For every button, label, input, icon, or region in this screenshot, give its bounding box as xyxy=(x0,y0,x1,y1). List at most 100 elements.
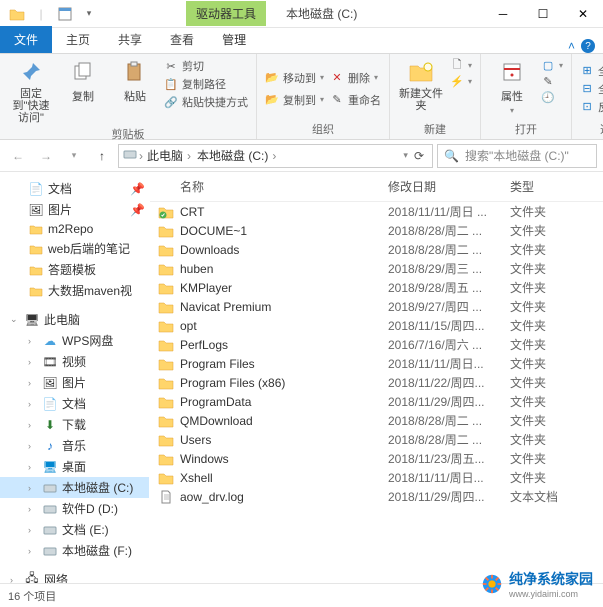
sidebar-item-pics2[interactable]: ›🖼图片 xyxy=(0,372,149,393)
video-icon: 🎞 xyxy=(42,355,58,369)
context-tab-drive-tools[interactable]: 驱动器工具 xyxy=(186,1,266,26)
table-row[interactable]: Program Files2018/11/11/周日...文件夹 xyxy=(150,354,603,373)
table-row[interactable]: opt2018/11/15/周四...文件夹 xyxy=(150,316,603,335)
selectnone-button[interactable]: ⊟全部取消 xyxy=(580,81,603,97)
tab-file[interactable]: 文件 xyxy=(0,26,52,53)
sidebar-item-cdrive[interactable]: ›本地磁盘 (C:) xyxy=(0,477,149,498)
table-row[interactable]: ProgramData2018/11/29/周四...文件夹 xyxy=(150,392,603,411)
sidebar-item-webnotes[interactable]: web后端的笔记 xyxy=(0,238,149,259)
tab-home[interactable]: 主页 xyxy=(52,26,104,53)
selectall-button[interactable]: ⊞全部选择 xyxy=(580,63,603,79)
newfolder-button[interactable]: 新建文件夹 xyxy=(398,58,444,119)
moveto-button[interactable]: 📂移动到 ▾ xyxy=(265,70,324,86)
recent-dropdown[interactable]: ▾ xyxy=(62,144,86,168)
pin-quickaccess-button[interactable]: 固定到"快速访问" xyxy=(8,58,54,124)
breadcrumb[interactable]: › 此电脑› 本地磁盘 (C:)› ▾ ⟳ xyxy=(118,144,433,168)
table-row[interactable]: huben2018/8/29/周三 ...文件夹 xyxy=(150,259,603,278)
table-row[interactable]: DOCUME~12018/8/28/周二 ...文件夹 xyxy=(150,221,603,240)
sidebar-item-bigdata[interactable]: 大数据maven视 xyxy=(0,280,149,301)
properties-button[interactable]: 属性 ▾ xyxy=(489,58,535,119)
help-icon[interactable]: ? xyxy=(581,39,595,53)
sidebar-item-music[interactable]: ›♪音乐 xyxy=(0,435,149,456)
file-date: 2018/11/23/周五... xyxy=(388,450,510,467)
selectnone-icon: ⊟ xyxy=(580,82,594,96)
disk-icon xyxy=(42,502,58,516)
copy-button[interactable]: 复制 xyxy=(60,58,106,124)
sidebar-item-pics[interactable]: 🖼图片📌 xyxy=(0,199,149,220)
maximize-button[interactable]: ☐ xyxy=(523,0,563,28)
rename-button[interactable]: ✎重命名 xyxy=(330,92,381,108)
sidebar-item-answertpl[interactable]: 答题模板 xyxy=(0,259,149,280)
invert-icon: ⊡ xyxy=(580,100,594,114)
col-date[interactable]: 修改日期 xyxy=(388,178,510,195)
cloud-icon: ☁ xyxy=(42,334,58,348)
table-row[interactable]: aow_drv.log2018/11/29/周四...文本文档 xyxy=(150,487,603,506)
crumb-drive[interactable]: 本地磁盘 (C:)› xyxy=(195,147,278,164)
chevron-down-icon: ▾ xyxy=(320,73,324,82)
file-name: Navicat Premium xyxy=(180,300,271,314)
sidebar-item-fdrive[interactable]: ›本地磁盘 (F:) xyxy=(0,540,149,561)
sidebar-item-thispc[interactable]: ⌄🖥此电脑 xyxy=(0,309,149,330)
file-name: KMPlayer xyxy=(180,281,232,295)
easyaccess-button[interactable]: ⚡▾ xyxy=(450,74,472,88)
search-input[interactable]: 🔍 搜索"本地磁盘 (C:)" xyxy=(437,144,597,168)
tab-manage[interactable]: 管理 xyxy=(208,26,260,53)
tab-share[interactable]: 共享 xyxy=(104,26,156,53)
folder-icon xyxy=(158,243,174,257)
close-button[interactable]: ✕ xyxy=(563,0,603,28)
newitem-button[interactable]: 🗋▾ xyxy=(450,58,472,72)
refresh-button[interactable]: ⟳ xyxy=(410,149,428,163)
sidebar-item-desktop[interactable]: ›🖥桌面 xyxy=(0,456,149,477)
col-type[interactable]: 类型 xyxy=(510,178,580,195)
collapse-icon[interactable]: ⌄ xyxy=(10,314,20,325)
table-row[interactable]: Downloads2018/8/28/周二 ...文件夹 xyxy=(150,240,603,259)
crumb-thispc[interactable]: 此电脑› xyxy=(145,147,193,164)
file-date: 2018/9/27/周四 ... xyxy=(388,298,510,315)
table-row[interactable]: Xshell2018/11/11/周日...文件夹 xyxy=(150,468,603,487)
file-type: 文件夹 xyxy=(510,203,580,220)
table-row[interactable]: PerfLogs2016/7/16/周六 ...文件夹 xyxy=(150,335,603,354)
easyaccess-icon: ⚡ xyxy=(450,74,464,88)
sidebar-item-ddrive[interactable]: ›软件D (D:) xyxy=(0,498,149,519)
qat-dropdown-icon[interactable]: ▾ xyxy=(78,3,100,25)
pasteshortcut-button[interactable]: 🔗粘贴快捷方式 xyxy=(164,94,248,110)
table-row[interactable]: Users2018/8/28/周二 ...文件夹 xyxy=(150,430,603,449)
sidebar-item-video[interactable]: ›🎞视频 xyxy=(0,351,149,372)
table-row[interactable]: QMDownload2018/8/28/周二 ...文件夹 xyxy=(150,411,603,430)
folder-icon[interactable] xyxy=(6,3,28,25)
file-name: Xshell xyxy=(180,471,213,485)
table-row[interactable]: Program Files (x86)2018/11/22/周四...文件夹 xyxy=(150,373,603,392)
sidebar-item-docs2[interactable]: ›📄文档 xyxy=(0,393,149,414)
folder-icon xyxy=(28,222,44,236)
sidebar-item-downloads[interactable]: ›⬇下载 xyxy=(0,414,149,435)
copyto-button[interactable]: 📂复制到 ▾ xyxy=(265,92,324,108)
paste-button[interactable]: 粘贴 xyxy=(112,58,158,124)
history-button[interactable]: 🕘 xyxy=(541,90,563,104)
file-type: 文件夹 xyxy=(510,336,580,353)
address-dropdown-icon[interactable]: ▾ xyxy=(403,150,408,161)
sidebar-item-edrive[interactable]: ›文档 (E:) xyxy=(0,519,149,540)
col-name[interactable]: 名称 xyxy=(158,178,388,195)
properties-icon[interactable] xyxy=(54,3,76,25)
ribbon-collapse-icon[interactable]: ˄ xyxy=(568,39,575,53)
sidebar-item-docs[interactable]: 📄文档📌 xyxy=(0,178,149,199)
delete-button[interactable]: ✕删除 ▾ xyxy=(330,70,381,86)
minimize-button[interactable]: ─ xyxy=(483,0,523,28)
open-button[interactable]: ▢▾ xyxy=(541,58,563,72)
search-icon: 🔍 xyxy=(444,149,459,163)
up-button[interactable]: ↑ xyxy=(90,144,114,168)
table-row[interactable]: CRT2018/11/11/周日 ...文件夹 xyxy=(150,202,603,221)
edit-button[interactable]: ✎ xyxy=(541,74,563,88)
table-row[interactable]: KMPlayer2018/9/28/周五 ...文件夹 xyxy=(150,278,603,297)
sidebar-item-wps[interactable]: ›☁WPS网盘 xyxy=(0,330,149,351)
cut-button[interactable]: ✂剪切 xyxy=(164,58,248,74)
back-button[interactable]: ← xyxy=(6,144,30,168)
invertsel-button[interactable]: ⊡反向选择 xyxy=(580,99,603,115)
sidebar-item-network[interactable]: ›🖧网络 xyxy=(0,569,149,583)
table-row[interactable]: Navicat Premium2018/9/27/周四 ...文件夹 xyxy=(150,297,603,316)
tab-view[interactable]: 查看 xyxy=(156,26,208,53)
sidebar-item-m2repo[interactable]: m2Repo xyxy=(0,220,149,238)
table-row[interactable]: Windows2018/11/23/周五...文件夹 xyxy=(150,449,603,468)
forward-button[interactable]: → xyxy=(34,144,58,168)
copypath-button[interactable]: 📋复制路径 xyxy=(164,76,248,92)
